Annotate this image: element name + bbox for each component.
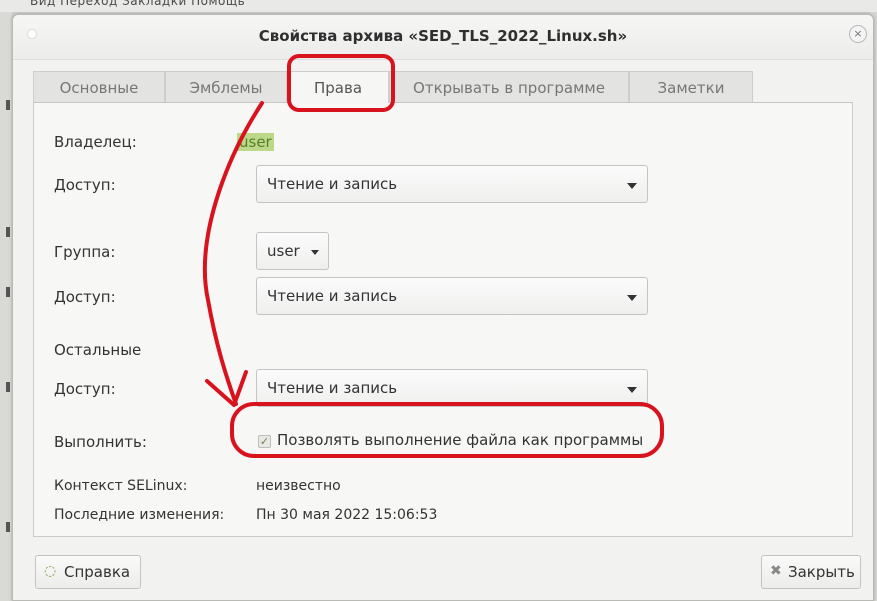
others-access-label: Доступ: [54,380,116,398]
background-window-edge [0,12,12,601]
chevron-down-icon [627,183,637,189]
modified-value: Пн 30 мая 2022 15:06:53 [256,507,438,523]
close-icon: ✖ [770,563,782,579]
help-icon: ◌ [44,563,57,579]
tab-bar: Основные Эмблемы Права Открывать в прогр… [33,71,853,104]
others-label: Остальные [54,341,142,359]
selinux-label: Контекст SELinux: [54,478,188,494]
owner-access-label: Доступ: [54,176,116,194]
group-value: user [267,242,300,260]
selinux-value: неизвестно [256,478,341,494]
help-button[interactable]: ◌ Справка [35,555,141,589]
group-access-value: Чтение и запись [267,287,398,305]
window-title: Свойства архива «SED_TLS_2022_Linux.sh» [258,27,628,45]
permissions-panel: Владелец: user Доступ: Чтение и запись Г… [33,103,853,537]
execute-checkbox-label[interactable]: Позволять выполнение файла как программы [277,431,643,449]
execute-checkbox[interactable]: ✓ [258,435,271,448]
group-label: Группа: [54,243,116,261]
owner-value: user [237,133,274,151]
tab-open-with[interactable]: Открывать в программе [389,71,629,103]
tab-bar-filler [753,71,853,103]
execute-label: Выполнить: [54,433,147,451]
tab-basic[interactable]: Основные [33,71,165,103]
tab-permissions[interactable]: Права [287,71,389,104]
chevron-down-icon [627,387,637,393]
owner-access-select[interactable]: Чтение и запись [256,165,648,203]
modified-label: Последние изменения: [54,507,225,523]
close-button-label: Закрыть [788,563,855,581]
tab-emblems[interactable]: Эмблемы [165,71,287,103]
help-button-label: Справка [64,563,131,581]
group-access-select[interactable]: Чтение и запись [256,277,648,315]
others-access-value: Чтение и запись [267,379,398,397]
close-button[interactable]: ✖ Закрыть [761,555,861,589]
group-access-label: Доступ: [54,288,116,306]
tab-notes[interactable]: Заметки [629,71,753,103]
background-menu-text: Вид Переход Закладки Помощь [30,0,246,8]
group-select[interactable]: user [256,232,329,270]
others-access-select[interactable]: Чтение и запись [256,369,648,407]
chevron-down-icon [627,295,637,301]
background-app-menubar: Вид Переход Закладки Помощь [0,0,877,12]
owner-label: Владелец: [54,133,137,151]
owner-access-value: Чтение и запись [267,175,398,193]
chevron-down-icon [311,250,319,255]
title-bar[interactable]: Свойства архива «SED_TLS_2022_Linux.sh» … [13,15,873,60]
properties-dialog: Свойства архива «SED_TLS_2022_Linux.sh» … [12,14,874,601]
close-window-icon[interactable]: × [849,25,867,43]
